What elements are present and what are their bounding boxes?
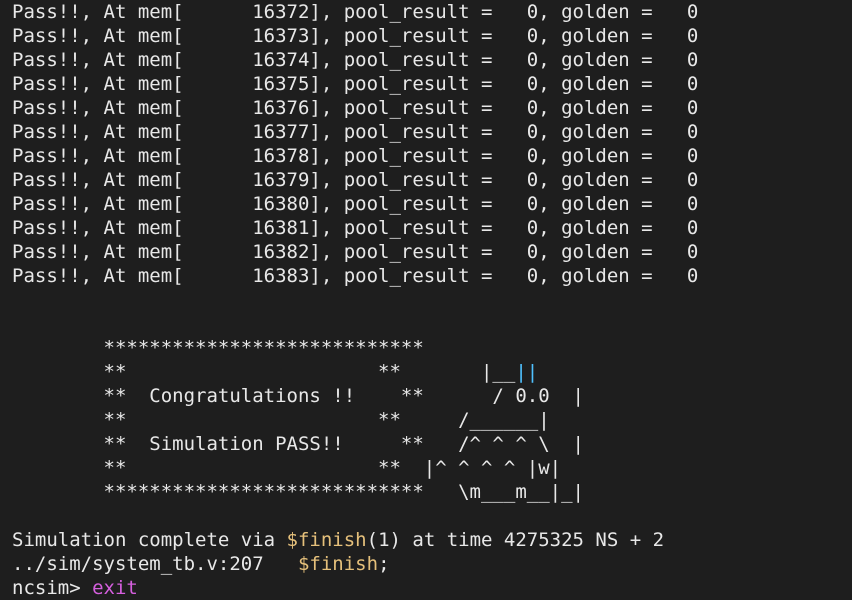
prompt-line[interactable]: ncsim> exit [12,576,852,600]
log-line: Pass!!, At mem[ 16382], pool_result = 0,… [12,241,699,263]
finish-keyword: $finish [286,529,367,551]
semicolon: ; [378,553,390,575]
banner-text: ** ** |__ [12,361,516,383]
pass-banner: **************************** ** ** |__||… [12,336,852,504]
shell-prompt: ncsim> [12,577,93,599]
log-line: Pass!!, At mem[ 16381], pool_result = 0,… [12,217,699,239]
banner-pass-line: ** Simulation PASS!! ** /^ ^ ^ \ | [12,433,584,455]
log-line: Pass!!, At mem[ 16372], pool_result = 0,… [12,1,699,23]
log-line: Pass!!, At mem[ 16373], pool_result = 0,… [12,25,699,47]
terminal-window[interactable]: Pass!!, At mem[ 16372], pool_result = 0,… [0,0,852,600]
log-line: Pass!!, At mem[ 16376], pool_result = 0,… [12,97,699,119]
sim-complete-time: (1) at time 4275325 NS + 2 [366,529,665,551]
banner-line: **************************** [12,337,424,359]
log-line: Pass!!, At mem[ 16377], pool_result = 0,… [12,121,699,143]
blank-lines [12,288,852,336]
banner-line: ** ** |__|| [12,360,852,384]
log-line: Pass!!, At mem[ 16379], pool_result = 0,… [12,169,699,191]
ascii-accent: || [515,361,539,383]
banner-line: ** ** /______| [12,409,550,431]
log-line: Pass!!, At mem[ 16375], pool_result = 0,… [12,73,699,95]
sim-complete-text: Simulation complete via [12,529,287,551]
source-path: ../sim/system_tb.v:207 [12,553,298,575]
finish-keyword: $finish [297,553,379,575]
banner-line: ** ** |^ ^ ^ ^ |w| [12,457,562,479]
log-line: Pass!!, At mem[ 16383], pool_result = 0,… [12,265,699,287]
banner-congrats-line: ** Congratulations !! ** / 0.0 | [12,385,584,407]
simulation-log: Pass!!, At mem[ 16372], pool_result = 0,… [12,0,852,288]
log-line: Pass!!, At mem[ 16380], pool_result = 0,… [12,193,699,215]
log-line: Pass!!, At mem[ 16374], pool_result = 0,… [12,49,699,71]
command-input[interactable]: exit [92,577,138,599]
log-line: Pass!!, At mem[ 16378], pool_result = 0,… [12,145,699,167]
banner-line: **************************** \m___m__|_| [12,481,584,503]
simulation-complete-line: Simulation complete via $finish(1) at ti… [12,528,852,552]
source-location-line: ../sim/system_tb.v:207 $finish; [12,552,852,576]
